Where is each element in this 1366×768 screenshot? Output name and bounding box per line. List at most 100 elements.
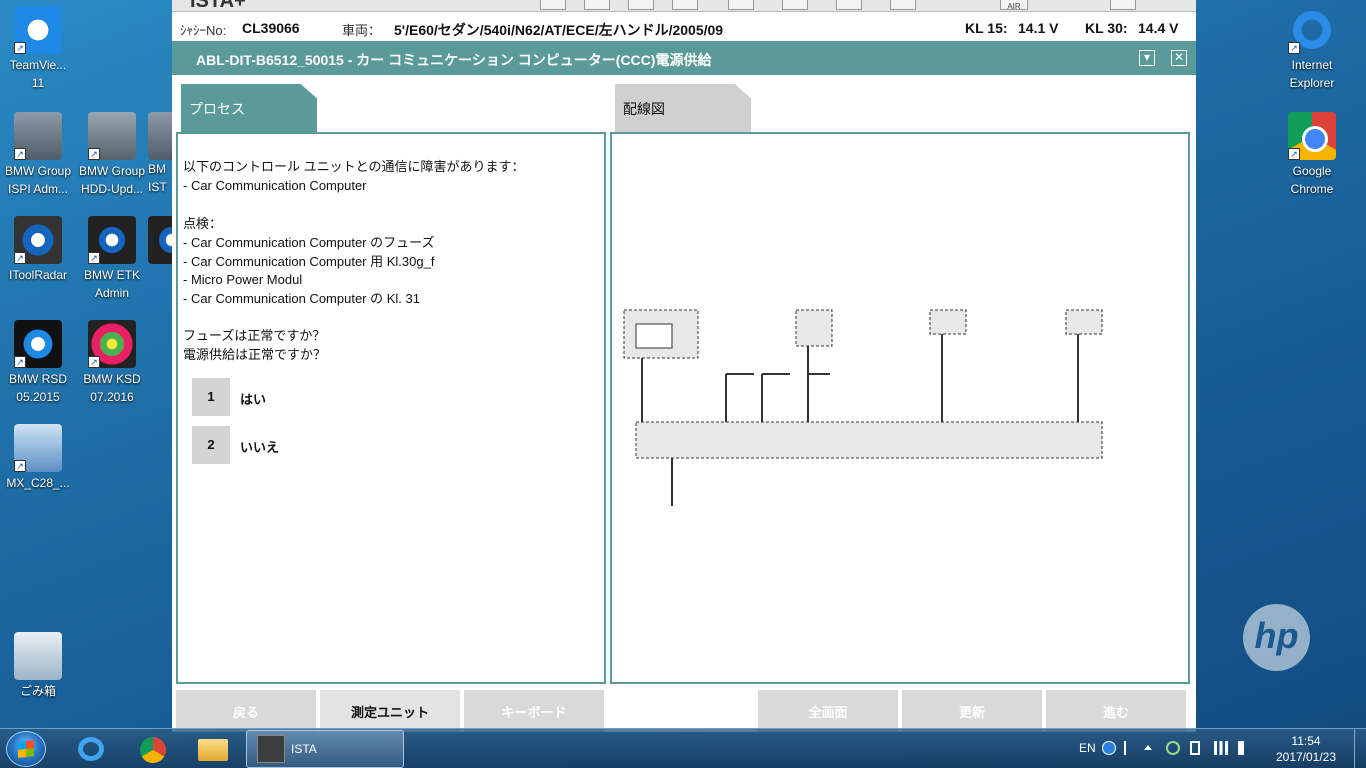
fullscreen-button[interactable]: 全画面 xyxy=(758,690,898,732)
desktop-icon-google-chrome[interactable]: ↗ Google Chrome xyxy=(1274,112,1350,198)
measure-unit-button[interactable]: 測定ユニット xyxy=(320,690,460,732)
desktop-icon-label: ごみ箱 xyxy=(19,684,56,698)
tab-process[interactable]: プロセス xyxy=(181,84,317,132)
back-button[interactable]: 戻る xyxy=(176,690,316,732)
desktop-icon-itoolradar[interactable]: ↗ IToolRadar xyxy=(0,216,76,284)
desktop-icon-internet-explorer[interactable]: ↗ Internet Explorer xyxy=(1274,6,1350,92)
keyboard-button[interactable]: キーボード xyxy=(464,690,604,732)
ccc-module-box xyxy=(635,421,1103,459)
desktop-icon-bmw-rsd[interactable]: ↗ BMW RSD 05.2015 xyxy=(0,320,76,406)
network-share-icon[interactable] xyxy=(1166,741,1180,755)
toolbar-wrench-icon[interactable] xyxy=(782,0,808,10)
vehicle-info-bar: ｼｬｼｰNo: CL39066 車両： 5'/E60/セダン/540i/N62/… xyxy=(172,13,1196,41)
desktop-icon-label: BMW Group xyxy=(78,164,145,178)
speaker-icon[interactable] xyxy=(1238,741,1250,755)
dialog-titlebar: ABL-DIT-B6512_50015 - カー コミュニケーション コンピュー… xyxy=(172,41,1196,75)
ista-window: ISTA+ AIR ｼｬｼｰNo: CL39066 車両： 5'/E60/セダン… xyxy=(172,0,1196,732)
minimize-icon[interactable]: ▾ xyxy=(1139,50,1155,66)
folder-icon xyxy=(198,739,228,761)
answer-label: はい xyxy=(240,392,267,407)
language-indicator[interactable]: EN xyxy=(1079,741,1096,755)
taskbar: ISTA EN 11:54 2017/01/23 xyxy=(0,728,1366,768)
taskbar-ista[interactable]: ISTA xyxy=(246,730,404,768)
desktop-icon-teamviewer[interactable]: ↗ TeamVie... 11 xyxy=(0,6,76,92)
desktop-icon-label: BMW RSD xyxy=(9,372,67,386)
desktop-icon-bmw-ksd[interactable]: ↗ BMW KSD 07.2016 xyxy=(74,320,150,406)
toolbar-close-icon[interactable] xyxy=(1162,0,1188,10)
desktop-icon-recycle-bin[interactable]: ごみ箱 xyxy=(0,632,76,700)
desktop-icon-ista-partial[interactable]: BM IST xyxy=(148,112,172,196)
fault-line-1: 以下のコントロール ユニットとの通信に障害があります： xyxy=(183,159,525,174)
ista-toolbar: ISTA+ AIR xyxy=(172,0,1196,12)
taskbar-internet-explorer[interactable] xyxy=(62,731,118,767)
desktop-icon-label: ISPI Adm... xyxy=(7,182,69,196)
desktop-icon-mx-c28[interactable]: ↗ MX_C28_... xyxy=(0,424,76,492)
check-item: - Car Communication Computer のフューズ xyxy=(183,234,435,250)
recycle-bin-icon xyxy=(14,632,62,680)
desktop-icon-label: Explorer xyxy=(1289,76,1335,90)
device-icon[interactable] xyxy=(1190,741,1200,755)
toolbar-print-icon[interactable] xyxy=(890,0,916,10)
kl15-label: KL 15: xyxy=(965,20,1008,36)
desktop-icon-label: BMW KSD xyxy=(83,372,141,386)
teamviewer-icon: ↗ xyxy=(14,6,62,54)
component-box-1 xyxy=(929,309,967,335)
check-item: - Car Communication Computer 用 Kl.30g_f xyxy=(183,253,435,269)
desktop-icon-hdd-update[interactable]: ↗ BMW Group HDD-Upd... xyxy=(74,112,150,198)
toolbar-air-button[interactable]: AIR xyxy=(1000,0,1028,11)
clock[interactable]: 11:54 2017/01/23 xyxy=(1268,733,1344,765)
taskbar-chrome[interactable] xyxy=(124,731,180,767)
next-button[interactable]: 進む xyxy=(1046,690,1186,732)
question-1: フューズは正常ですか？ xyxy=(183,328,326,343)
bmw-icon xyxy=(148,216,172,264)
toolbar-tool-icon[interactable] xyxy=(672,0,698,10)
toolbar-copy-icon[interactable] xyxy=(584,0,610,10)
desktop-icon-label: TeamVie... xyxy=(9,58,67,72)
ista-icon xyxy=(148,112,172,160)
kl15-value: 14.1 V xyxy=(1018,20,1059,36)
question-2: 電源供給は正常ですか？ xyxy=(183,346,327,362)
check-item: - Car Communication Computer の Kl. 31 xyxy=(183,291,420,307)
desktop-icon-label: Admin xyxy=(94,286,129,300)
desktop-icon-label: Google xyxy=(1292,164,1332,178)
app-title: ISTA+ xyxy=(190,0,246,12)
vin-label: ｼｬｼｰNo: xyxy=(180,23,227,38)
process-panel: 以下のコントロール ユニットとの通信に障害があります： - Car Commun… xyxy=(176,132,606,684)
tab-wiring-diagram[interactable]: 配線図 xyxy=(615,84,751,132)
desktop-icon-bmw-etk[interactable]: ↗ BMW ETK Admin xyxy=(74,216,150,302)
ispi-icon: ↗ xyxy=(14,112,62,160)
wiring-diagram-panel[interactable] xyxy=(610,132,1190,684)
question-block: フューズは正常ですか？ 電源供給は正常ですか？ xyxy=(183,327,326,365)
refresh-button[interactable]: 更新 xyxy=(902,690,1042,732)
toolbar-window-icon[interactable] xyxy=(836,0,862,10)
clock-time: 11:54 xyxy=(1291,734,1321,748)
desktop-icon-ispi-admin[interactable]: ↗ BMW Group ISPI Adm... xyxy=(0,112,76,198)
desktop-icon-label: IST xyxy=(148,180,167,194)
start-button[interactable] xyxy=(6,731,46,767)
answer-number: 2 xyxy=(192,426,230,464)
desktop-icon-partial[interactable] xyxy=(148,216,172,264)
taskbar-file-explorer[interactable] xyxy=(184,731,240,767)
signal-strength-icon[interactable] xyxy=(1214,741,1228,755)
close-icon[interactable]: ✕ xyxy=(1171,50,1187,66)
show-hidden-icons-icon[interactable] xyxy=(1144,745,1152,750)
toolbar-refresh-icon[interactable] xyxy=(728,0,754,10)
ista-icon xyxy=(257,735,285,763)
component-box-2 xyxy=(1065,309,1103,335)
toolbar-forward-icon[interactable] xyxy=(628,0,654,10)
bmw-rsd-icon: ↗ xyxy=(14,320,62,368)
toolbar-download-icon[interactable] xyxy=(1110,0,1136,10)
fault-message: 以下のコントロール ユニットとの通信に障害があります： - Car Commun… xyxy=(183,158,524,196)
mx-c28-icon: ↗ xyxy=(14,424,62,472)
toolbar-back-icon[interactable] xyxy=(540,0,566,10)
dialog-title: ABL-DIT-B6512_50015 - カー コミュニケーション コンピュー… xyxy=(196,52,712,68)
vehicle-value: 5'/E60/セダン/540i/N62/AT/ECE/左ハンドル/2005/09 xyxy=(394,22,724,38)
fault-line-2: - Car Communication Computer xyxy=(183,177,367,193)
chrome-icon xyxy=(140,737,166,763)
help-icon[interactable] xyxy=(1102,741,1116,755)
input-method-icon[interactable] xyxy=(1124,741,1132,755)
desktop-icon-label: 05.2015 xyxy=(16,390,60,404)
desktop-icon-label: IToolRadar xyxy=(8,268,68,282)
wiring-diagram[interactable] xyxy=(612,134,1188,682)
show-desktop-button[interactable] xyxy=(1354,729,1366,768)
